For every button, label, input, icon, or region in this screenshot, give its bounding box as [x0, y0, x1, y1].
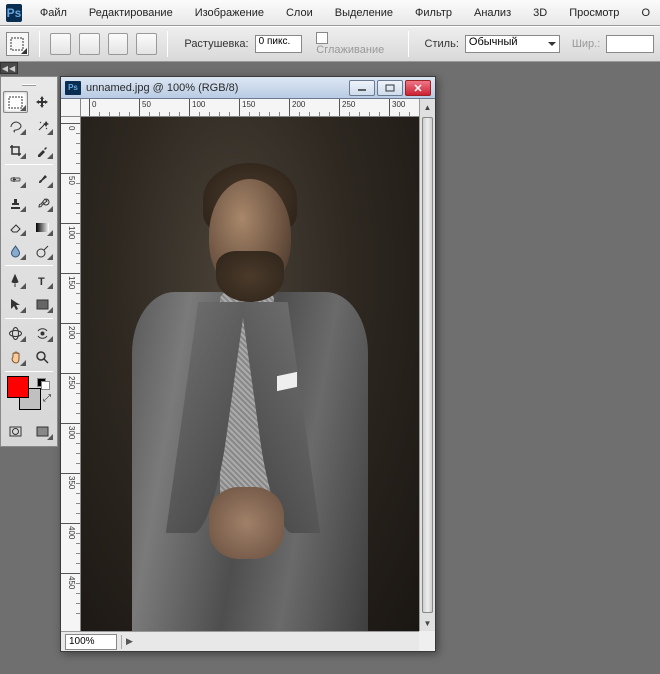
shape-tool[interactable] — [30, 293, 55, 315]
feather-label: Растушевка: — [184, 38, 248, 50]
move-tool[interactable] — [30, 91, 55, 113]
width-input — [606, 35, 654, 53]
separator — [167, 31, 168, 57]
default-colors-icon[interactable] — [37, 376, 51, 388]
path-selection-tool[interactable] — [3, 293, 28, 315]
feather-input[interactable]: 0 пикс. — [255, 35, 303, 53]
type-tool[interactable]: T — [30, 269, 55, 291]
menu-more[interactable]: О — [631, 3, 660, 23]
title-bar[interactable]: Ps unnamed.jpg @ 100% (RGB/8) — [61, 77, 435, 99]
menu-select[interactable]: Выделение — [325, 3, 403, 23]
canvas[interactable] — [81, 117, 419, 631]
selection-add-button[interactable] — [79, 33, 100, 55]
separator — [5, 318, 53, 319]
menu-filter[interactable]: Фильтр — [405, 3, 462, 23]
selection-intersect-button[interactable] — [136, 33, 157, 55]
minimize-button[interactable] — [349, 80, 375, 96]
current-tool-preset[interactable] — [6, 32, 29, 56]
crop-tool[interactable] — [3, 139, 28, 161]
dodge-tool[interactable] — [30, 240, 55, 262]
separator — [5, 265, 53, 266]
style-label: Стиль: — [425, 38, 459, 50]
horizontal-ruler[interactable]: 050100150200250300 — [81, 99, 419, 117]
scroll-down-icon[interactable]: ▼ — [420, 615, 435, 631]
style-select[interactable]: Обычный — [465, 35, 560, 53]
menu-layer[interactable]: Слои — [276, 3, 323, 23]
history-brush-tool[interactable] — [30, 192, 55, 214]
menu-image[interactable]: Изображение — [185, 3, 274, 23]
swap-colors-icon[interactable]: ⤢ — [43, 393, 51, 404]
ruler-origin[interactable] — [61, 99, 81, 117]
scroll-up-icon[interactable]: ▲ — [420, 99, 435, 115]
zoom-tool[interactable] — [30, 346, 55, 368]
3d-rotate-tool[interactable] — [3, 322, 28, 344]
color-swatches: ⤢ — [5, 376, 53, 418]
standard-mode-button[interactable] — [3, 420, 28, 442]
menu-view[interactable]: Просмотр — [559, 3, 629, 23]
selection-new-button[interactable] — [50, 33, 71, 55]
healing-brush-tool[interactable] — [3, 168, 28, 190]
gradient-tool[interactable] — [30, 216, 55, 238]
scrollbar-thumb[interactable] — [422, 117, 433, 613]
maximize-button[interactable] — [377, 80, 403, 96]
eyedropper-tool[interactable] — [30, 139, 55, 161]
antialias-label: Сглаживание — [316, 44, 384, 56]
screen-mode-button[interactable] — [30, 420, 55, 442]
eraser-tool[interactable] — [3, 216, 28, 238]
vertical-ruler[interactable]: 050100150200250300350400450 — [61, 117, 81, 631]
options-bar: Растушевка: 0 пикс. Сглаживание Стиль: О… — [0, 26, 660, 62]
separator — [408, 31, 409, 57]
menu-bar: Ps Файл Редактирование Изображение Слои … — [0, 0, 660, 26]
zoom-input[interactable]: 100% — [65, 634, 117, 650]
vertical-scrollbar[interactable]: ▲ ▼ — [419, 99, 435, 631]
menu-edit[interactable]: Редактирование — [79, 3, 183, 23]
menu-file[interactable]: Файл — [30, 3, 77, 23]
blur-tool[interactable] — [3, 240, 28, 262]
brush-tool[interactable] — [30, 168, 55, 190]
lasso-tool[interactable] — [3, 115, 28, 137]
panel-grip[interactable] — [3, 81, 55, 89]
document-icon: Ps — [65, 81, 81, 95]
svg-text:T: T — [38, 276, 45, 288]
status-bar: 100% ▶ — [61, 631, 419, 651]
marquee-icon — [10, 37, 24, 51]
separator — [39, 31, 40, 57]
3d-orbit-tool[interactable] — [30, 322, 55, 344]
marquee-tool[interactable] — [3, 91, 28, 113]
close-button[interactable] — [405, 80, 431, 96]
antialias-option: Сглаживание — [316, 32, 397, 56]
foreground-color[interactable] — [7, 376, 29, 398]
magic-wand-tool[interactable] — [30, 115, 55, 137]
stamp-tool[interactable] — [3, 192, 28, 214]
status-menu-icon[interactable]: ▶ — [126, 636, 133, 647]
panel-collapse-tab[interactable]: ◀◀ — [0, 62, 18, 74]
antialias-checkbox — [316, 32, 328, 44]
document-window: Ps unnamed.jpg @ 100% (RGB/8) 0501001502… — [60, 76, 436, 652]
separator — [5, 164, 53, 165]
document-title: unnamed.jpg @ 100% (RGB/8) — [86, 82, 349, 94]
app-logo: Ps — [6, 4, 22, 22]
menu-3d[interactable]: 3D — [523, 3, 557, 23]
pen-tool[interactable] — [3, 269, 28, 291]
image-content — [81, 117, 419, 631]
hand-tool[interactable] — [3, 346, 28, 368]
selection-subtract-button[interactable] — [108, 33, 129, 55]
width-label: Шир.: — [572, 38, 600, 50]
menu-analysis[interactable]: Анализ — [464, 3, 521, 23]
separator — [5, 371, 53, 372]
tool-panel: T ⤢ — [0, 76, 58, 447]
